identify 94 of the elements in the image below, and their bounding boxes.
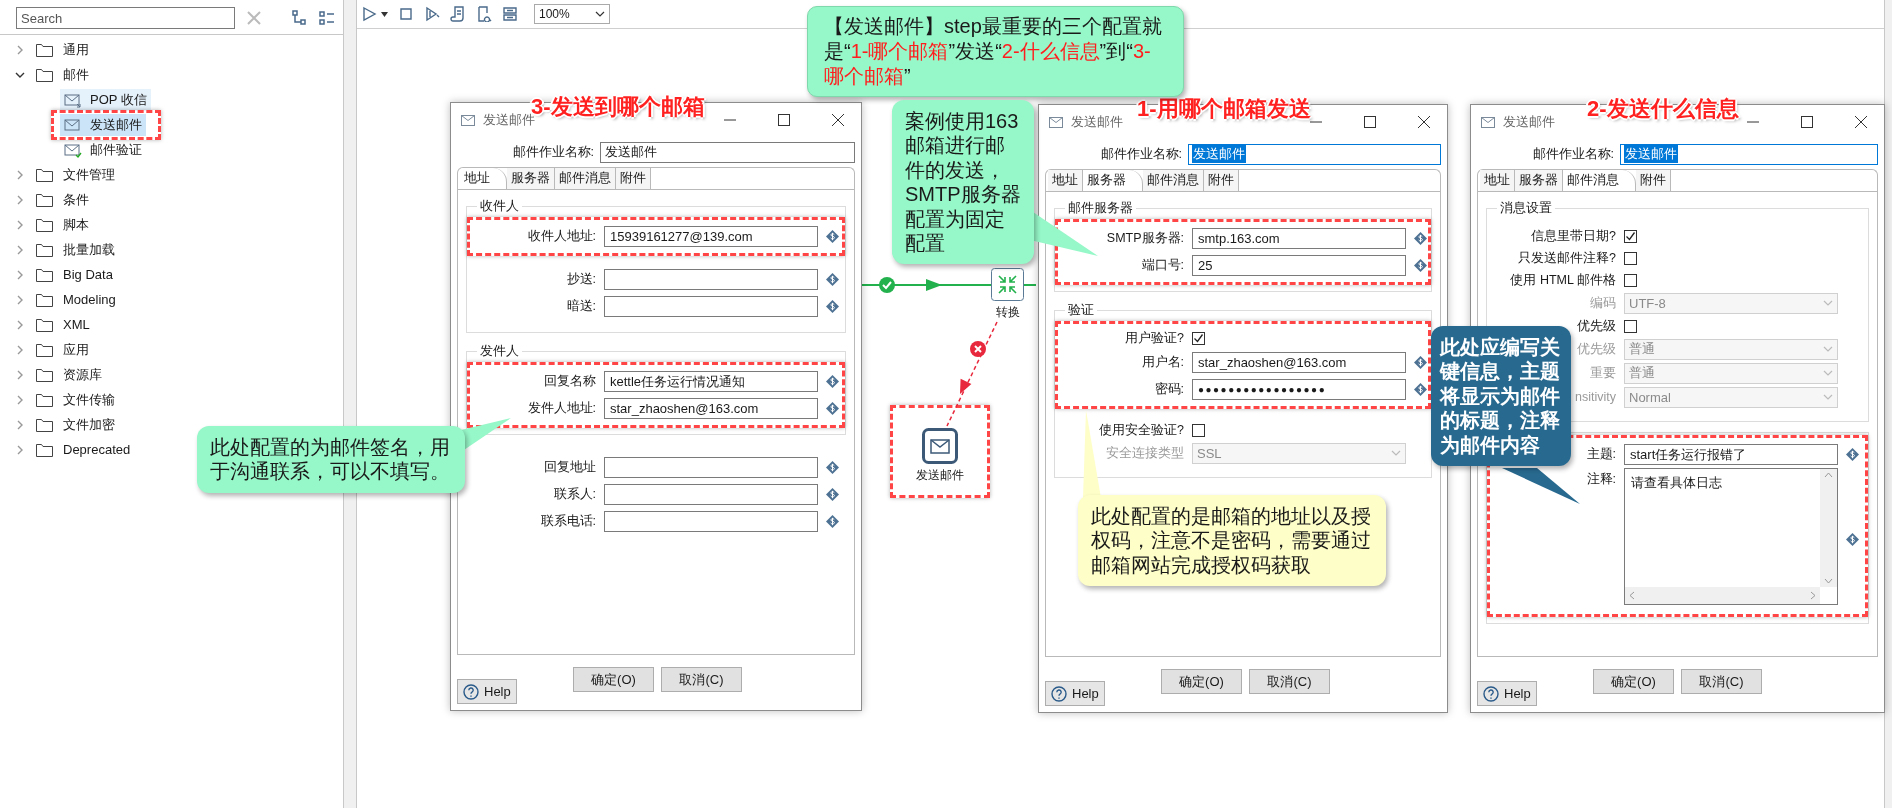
text-field[interactable]: 发送邮件 (1188, 143, 1441, 165)
search-field[interactable]: Search (16, 7, 235, 29)
ok-button[interactable]: 确定(O) (1593, 669, 1674, 694)
node-label: 转换 (995, 304, 1020, 321)
tree-item[interactable]: 文件传输 (63, 390, 115, 409)
section-label: 消息设置 (1499, 200, 1553, 217)
tree-item[interactable]: 批量加载 (63, 240, 115, 259)
callout: 此处配置的为邮件签名，用于沟通联系，可以不填写。 (197, 426, 465, 493)
field-label: nsitivity (1575, 390, 1616, 404)
section-label: 验证 (1067, 302, 1095, 319)
field-label: SMTP服务器: (1106, 230, 1184, 247)
cancel-button[interactable]: 取消(C) (1681, 669, 1762, 694)
text-field[interactable]: kettle任务运行情况通知 (604, 371, 818, 392)
tab[interactable]: 地址 (1048, 170, 1083, 191)
tab[interactable]: 附件 (1204, 170, 1239, 191)
field-label: 邮件作业名称: (1531, 145, 1614, 163)
window-title: 发送邮件 (1071, 113, 1124, 131)
field-label: 只发送邮件注释? (1518, 249, 1616, 267)
text-field[interactable]: smtp.163.com (1192, 228, 1406, 249)
field-label: 联系电话: (540, 513, 596, 530)
tab[interactable]: 附件 (1636, 170, 1671, 191)
tab[interactable]: 地址 (1480, 170, 1515, 191)
field-label: 注释: (1586, 471, 1616, 488)
field-label: 优先级 (1577, 340, 1616, 358)
window-title: 发送邮件 (1503, 113, 1556, 131)
tab[interactable]: 服务器 (507, 168, 555, 189)
field-label: 使用 HTML 邮件格 (1510, 271, 1616, 289)
text-field[interactable]: 发送邮件 (1620, 143, 1878, 165)
field-label: 暗送: (566, 298, 596, 315)
tree-item[interactable]: 发送邮件 (60, 113, 146, 136)
tree-item[interactable]: 文件管理 (63, 165, 115, 184)
field-label: 重要 (1590, 364, 1616, 382)
field-label: 邮件作业名称: (1099, 145, 1182, 163)
help-button[interactable]: Help (1045, 681, 1105, 706)
field-label: 邮件作业名称: (511, 143, 594, 161)
tree-item[interactable]: 邮件验证 (60, 138, 146, 161)
tree-item[interactable]: 邮件 (63, 65, 89, 84)
tab[interactable]: 邮件消息 (555, 168, 616, 189)
cancel-button[interactable]: 取消(C) (661, 667, 742, 692)
password-field[interactable]: ●●●●●●●●●●●●●●●●● (1192, 379, 1406, 400)
field-label: 信息里带日期? (1531, 227, 1616, 245)
field-label: 收件人地址: (527, 228, 596, 245)
help-button[interactable]: Help (1477, 681, 1537, 706)
tree-item[interactable]: XML (63, 317, 90, 332)
tab[interactable]: 地址 (460, 168, 507, 189)
callout: 案例使用163邮箱进行邮件的发送，SMTP服务器配置为固定配置 (892, 100, 1034, 265)
text-field[interactable]: star_zhaoshen@163.com (1192, 352, 1406, 373)
section-label: 发件人 (479, 343, 520, 360)
text-field[interactable]: 25 (1192, 255, 1406, 276)
field-label: 发件人地址: (527, 400, 596, 417)
field-label: 联系人: (553, 486, 596, 503)
field-label: 回复地址 (544, 459, 596, 476)
node-label: 发送邮件 (916, 467, 964, 484)
ok-button[interactable]: 确定(O) (573, 667, 654, 692)
window-title: 发送邮件 (483, 112, 535, 129)
field-label: 用户名: (1141, 354, 1184, 371)
annotation-title: 1-用哪个邮箱发送 (1137, 95, 1311, 123)
field-label: 抄送: (566, 271, 596, 288)
field-label: 安全连接类型 (1106, 444, 1184, 462)
annotation-title: 2-发送什么信息 (1587, 95, 1739, 123)
text-field[interactable]: star_zhaoshen@163.com (604, 398, 818, 419)
zoom-dropdown[interactable]: 100% (534, 4, 610, 24)
tree-item[interactable]: 脚本 (63, 215, 89, 234)
field-label: 主题: (1586, 446, 1616, 463)
tree-item[interactable]: 应用 (63, 340, 89, 359)
field-label: 使用安全验证? (1099, 421, 1184, 439)
field-label: 密码: (1154, 381, 1184, 398)
field-label: 端口号: (1141, 257, 1184, 274)
tab[interactable]: 服务器 (1515, 170, 1563, 191)
text-field[interactable]: 发送邮件 (600, 141, 855, 163)
tree-item[interactable]: POP 收信 (60, 88, 151, 111)
tree-item[interactable]: 资源库 (63, 365, 102, 384)
callout: 此处配置的是邮箱的地址以及授权码，注意不是密码，需要通过邮箱网站完成授权码获取 (1078, 495, 1386, 587)
text-field[interactable]: 15939161277@139.com (604, 226, 818, 247)
tree-item[interactable]: Deprecated (63, 442, 131, 457)
tree-item[interactable]: 条件 (63, 190, 89, 209)
help-button[interactable]: Help (457, 679, 517, 704)
cancel-button[interactable]: 取消(C) (1249, 669, 1330, 694)
tree-item[interactable]: 通用 (63, 40, 89, 59)
tree-item[interactable]: Modeling (63, 292, 116, 307)
text-field[interactable]: start任务运行报错了 (1624, 444, 1838, 465)
tree-item[interactable]: 文件加密 (63, 415, 115, 434)
field-label: 优先级 (1577, 317, 1616, 335)
ok-button[interactable]: 确定(O) (1161, 669, 1242, 694)
field-label: 用户验证? (1125, 329, 1184, 347)
field-label: 编码 (1590, 294, 1616, 312)
section-label: 收件人 (479, 198, 520, 215)
field-label: 回复名称 (544, 373, 596, 390)
section-label: 邮件服务器 (1067, 200, 1134, 217)
callout: 此处应编写关键信息，主题将显示为邮件的标题，注释为邮件内容 (1431, 326, 1571, 466)
tab[interactable]: 附件 (616, 168, 651, 189)
tree-item[interactable]: Big Data (63, 267, 113, 282)
tab[interactable]: 邮件消息 (1143, 170, 1204, 191)
callout: 【发送邮件】step最重要的三个配置就是“1-哪个邮箱”发送“2-什么信息”到“3-哪个邮箱” (807, 6, 1184, 97)
